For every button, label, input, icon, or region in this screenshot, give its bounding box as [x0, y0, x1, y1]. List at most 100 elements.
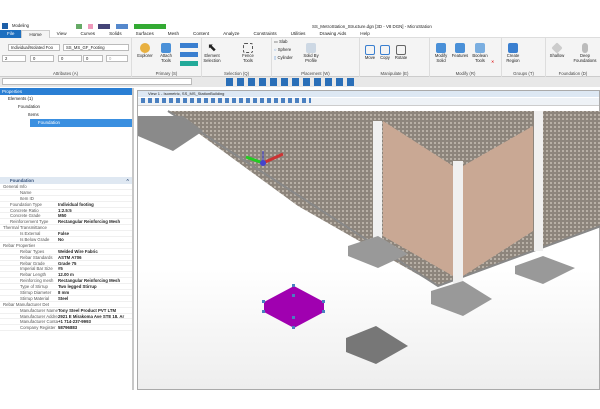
sphere-button[interactable]: ○ Sphere	[274, 47, 291, 53]
quick-access-toolbar[interactable]	[76, 23, 166, 29]
property-value[interactable]: 2921 E Mirakoma Ave STE 18, Ar	[58, 314, 132, 319]
tab-content[interactable]: Content	[186, 30, 216, 38]
explorer-button[interactable]: Explorer	[134, 43, 156, 59]
property-value[interactable]: Tony Steel Product PVT LTM	[58, 308, 132, 313]
rotate-icon	[396, 45, 406, 55]
element-template-dropdown[interactable]: Individual/Isolated Foo	[8, 44, 60, 51]
property-value[interactable]: False	[58, 231, 132, 236]
property-value[interactable]: ASTM A706	[58, 255, 132, 260]
transparency-dropdown[interactable]: 0	[83, 55, 103, 62]
group-label: Placement (W)	[301, 71, 330, 76]
command-bar	[0, 77, 600, 87]
foundation-group: Shallow Deep Foundations Foundation (D)	[546, 38, 600, 77]
tab-utilities[interactable]: Utilities	[284, 30, 313, 38]
priority-dropdown[interactable]: 0	[106, 55, 128, 62]
tree-item-items[interactable]: Items	[0, 111, 132, 119]
property-value[interactable]: No	[58, 237, 132, 242]
tab-home[interactable]: Home	[21, 29, 50, 38]
search-input[interactable]	[2, 78, 192, 85]
tree-item-elements[interactable]: Elements (1)	[0, 95, 132, 103]
tab-curves[interactable]: Curves	[74, 30, 103, 38]
property-value[interactable]	[58, 190, 132, 195]
tab-solids[interactable]: Solids	[102, 30, 129, 38]
property-value[interactable]: 8 mm	[58, 290, 132, 295]
region-icon	[508, 43, 518, 53]
copy-button[interactable]: Copy	[378, 45, 392, 61]
modify-solid-button[interactable]: Modify Solid	[432, 43, 450, 63]
property-value[interactable]: Individual footing	[58, 202, 132, 207]
accudraw-tools[interactable]	[226, 78, 356, 86]
property-value[interactable]: #5	[58, 266, 132, 271]
level-dropdown[interactable]: SS_MS_GF_Footing	[63, 44, 129, 51]
tab-view[interactable]: View	[50, 30, 74, 38]
tree-item-foundation-selected[interactable]: Foundation	[30, 119, 132, 127]
explorer-icon	[140, 43, 150, 53]
section-header[interactable]: Foundation ^	[0, 177, 132, 184]
slab-button[interactable]: ▭ Slab	[274, 39, 288, 45]
tab-constraints[interactable]: Constraints	[246, 30, 283, 38]
attach-tools-button[interactable]: Attach Tools	[156, 43, 176, 63]
boolean-tools-button[interactable]: Boolean Tools	[471, 43, 489, 63]
property-label: Is External	[20, 231, 41, 237]
property-label: Thermal Transmittance	[3, 225, 47, 231]
tab-surfaces[interactable]: Surfaces	[129, 30, 161, 38]
property-value[interactable]: Welded Wire Fabric	[58, 249, 132, 254]
solid-by-profile-button[interactable]: Solid By Profile	[300, 43, 322, 63]
create-region-button[interactable]: Create Region	[504, 43, 522, 63]
tab-mesh[interactable]: Mesh	[161, 30, 186, 38]
property-value[interactable]: M50	[58, 213, 132, 218]
features-button[interactable]: Features	[450, 43, 470, 59]
solid-profile-icon	[306, 43, 316, 53]
group-label: Attributes (A)	[52, 71, 79, 76]
line-style-dropdown[interactable]: 0	[30, 55, 54, 62]
modify-group: Modify Solid Features Boolean Tools ✕ Mo…	[430, 38, 502, 77]
property-grid: General Info Name Item ID Foundation Type In…	[0, 184, 132, 332]
element-selection-button[interactable]: ⬉ Element Selection	[202, 43, 222, 63]
tree-item-foundation[interactable]: Foundation	[0, 103, 132, 111]
tab-drawing-aids[interactable]: Drawing Aids	[312, 30, 353, 38]
ribbon: Individual/Isolated Foo SS_MS_GF_Footing…	[0, 38, 600, 77]
shallow-button[interactable]: Shallow	[548, 42, 566, 59]
property-value[interactable]: Rectangular Reinforcing Mesh	[58, 278, 132, 283]
column	[534, 111, 543, 251]
delete-icon[interactable]: ✕	[491, 59, 495, 65]
groups-group: Create Region Groups (T)	[502, 38, 546, 77]
app-logo-icon	[2, 23, 8, 29]
primary-group: Explorer Attach Tools Primary (S)	[132, 38, 202, 77]
element-tree: Elements (1) Foundation Items Foundation	[0, 95, 132, 127]
selected-footing[interactable]	[264, 286, 324, 328]
deep-foundations-button[interactable]: Deep Foundations	[570, 43, 600, 63]
tab-analyze[interactable]: Analyze	[216, 30, 246, 38]
properties-panel: Properties Elements (1) Foundation Items…	[0, 88, 134, 390]
property-value[interactable]: 58796883	[58, 325, 132, 330]
move-button[interactable]: Move	[363, 45, 377, 61]
property-value[interactable]: Two legged Stirrup	[58, 284, 132, 289]
property-value[interactable]: Steel	[58, 296, 132, 301]
property-value[interactable]	[58, 196, 132, 201]
property-value[interactable]: 12.00 m	[58, 272, 132, 277]
property-label: Rebar Length	[20, 272, 47, 278]
view-title: View 1 - Isometric, SS_MS_StationBuildin…	[138, 91, 599, 97]
manipulate-group: Move Copy Rotate Manipulate (E)	[360, 38, 430, 77]
property-value[interactable]: 1:2.5:5	[58, 208, 132, 213]
property-value[interactable]: Grade 75	[58, 261, 132, 266]
cylinder-button[interactable]: ▯ Cylinder	[274, 55, 293, 61]
primary-small-tools[interactable]	[180, 43, 198, 67]
fence-icon	[243, 43, 253, 53]
property-label: Type of Stirrup	[20, 284, 48, 290]
collapse-icon[interactable]: ^	[126, 177, 129, 184]
fence-tools-button[interactable]: Fence Tools	[238, 43, 258, 63]
property-row[interactable]: Company Register 58796883	[0, 325, 132, 332]
line-weight-dropdown[interactable]: 0	[58, 55, 82, 62]
view-toolbar[interactable]	[138, 98, 599, 106]
rotate-button[interactable]: Rotate	[393, 45, 409, 61]
property-value[interactable]: Rectangular Reinforcing Mesh	[58, 219, 132, 224]
tab-file[interactable]: File	[0, 29, 22, 38]
workflow-dropdown[interactable]: Modeling	[10, 23, 70, 30]
property-label: Rebar Properties	[3, 242, 36, 248]
property-value[interactable]: +1 714-237-9993	[58, 319, 132, 324]
color-dropdown[interactable]: 2	[2, 55, 26, 62]
tab-help[interactable]: Help	[353, 30, 376, 38]
property-label: General Info	[3, 184, 27, 189]
model-canvas[interactable]	[138, 106, 600, 392]
